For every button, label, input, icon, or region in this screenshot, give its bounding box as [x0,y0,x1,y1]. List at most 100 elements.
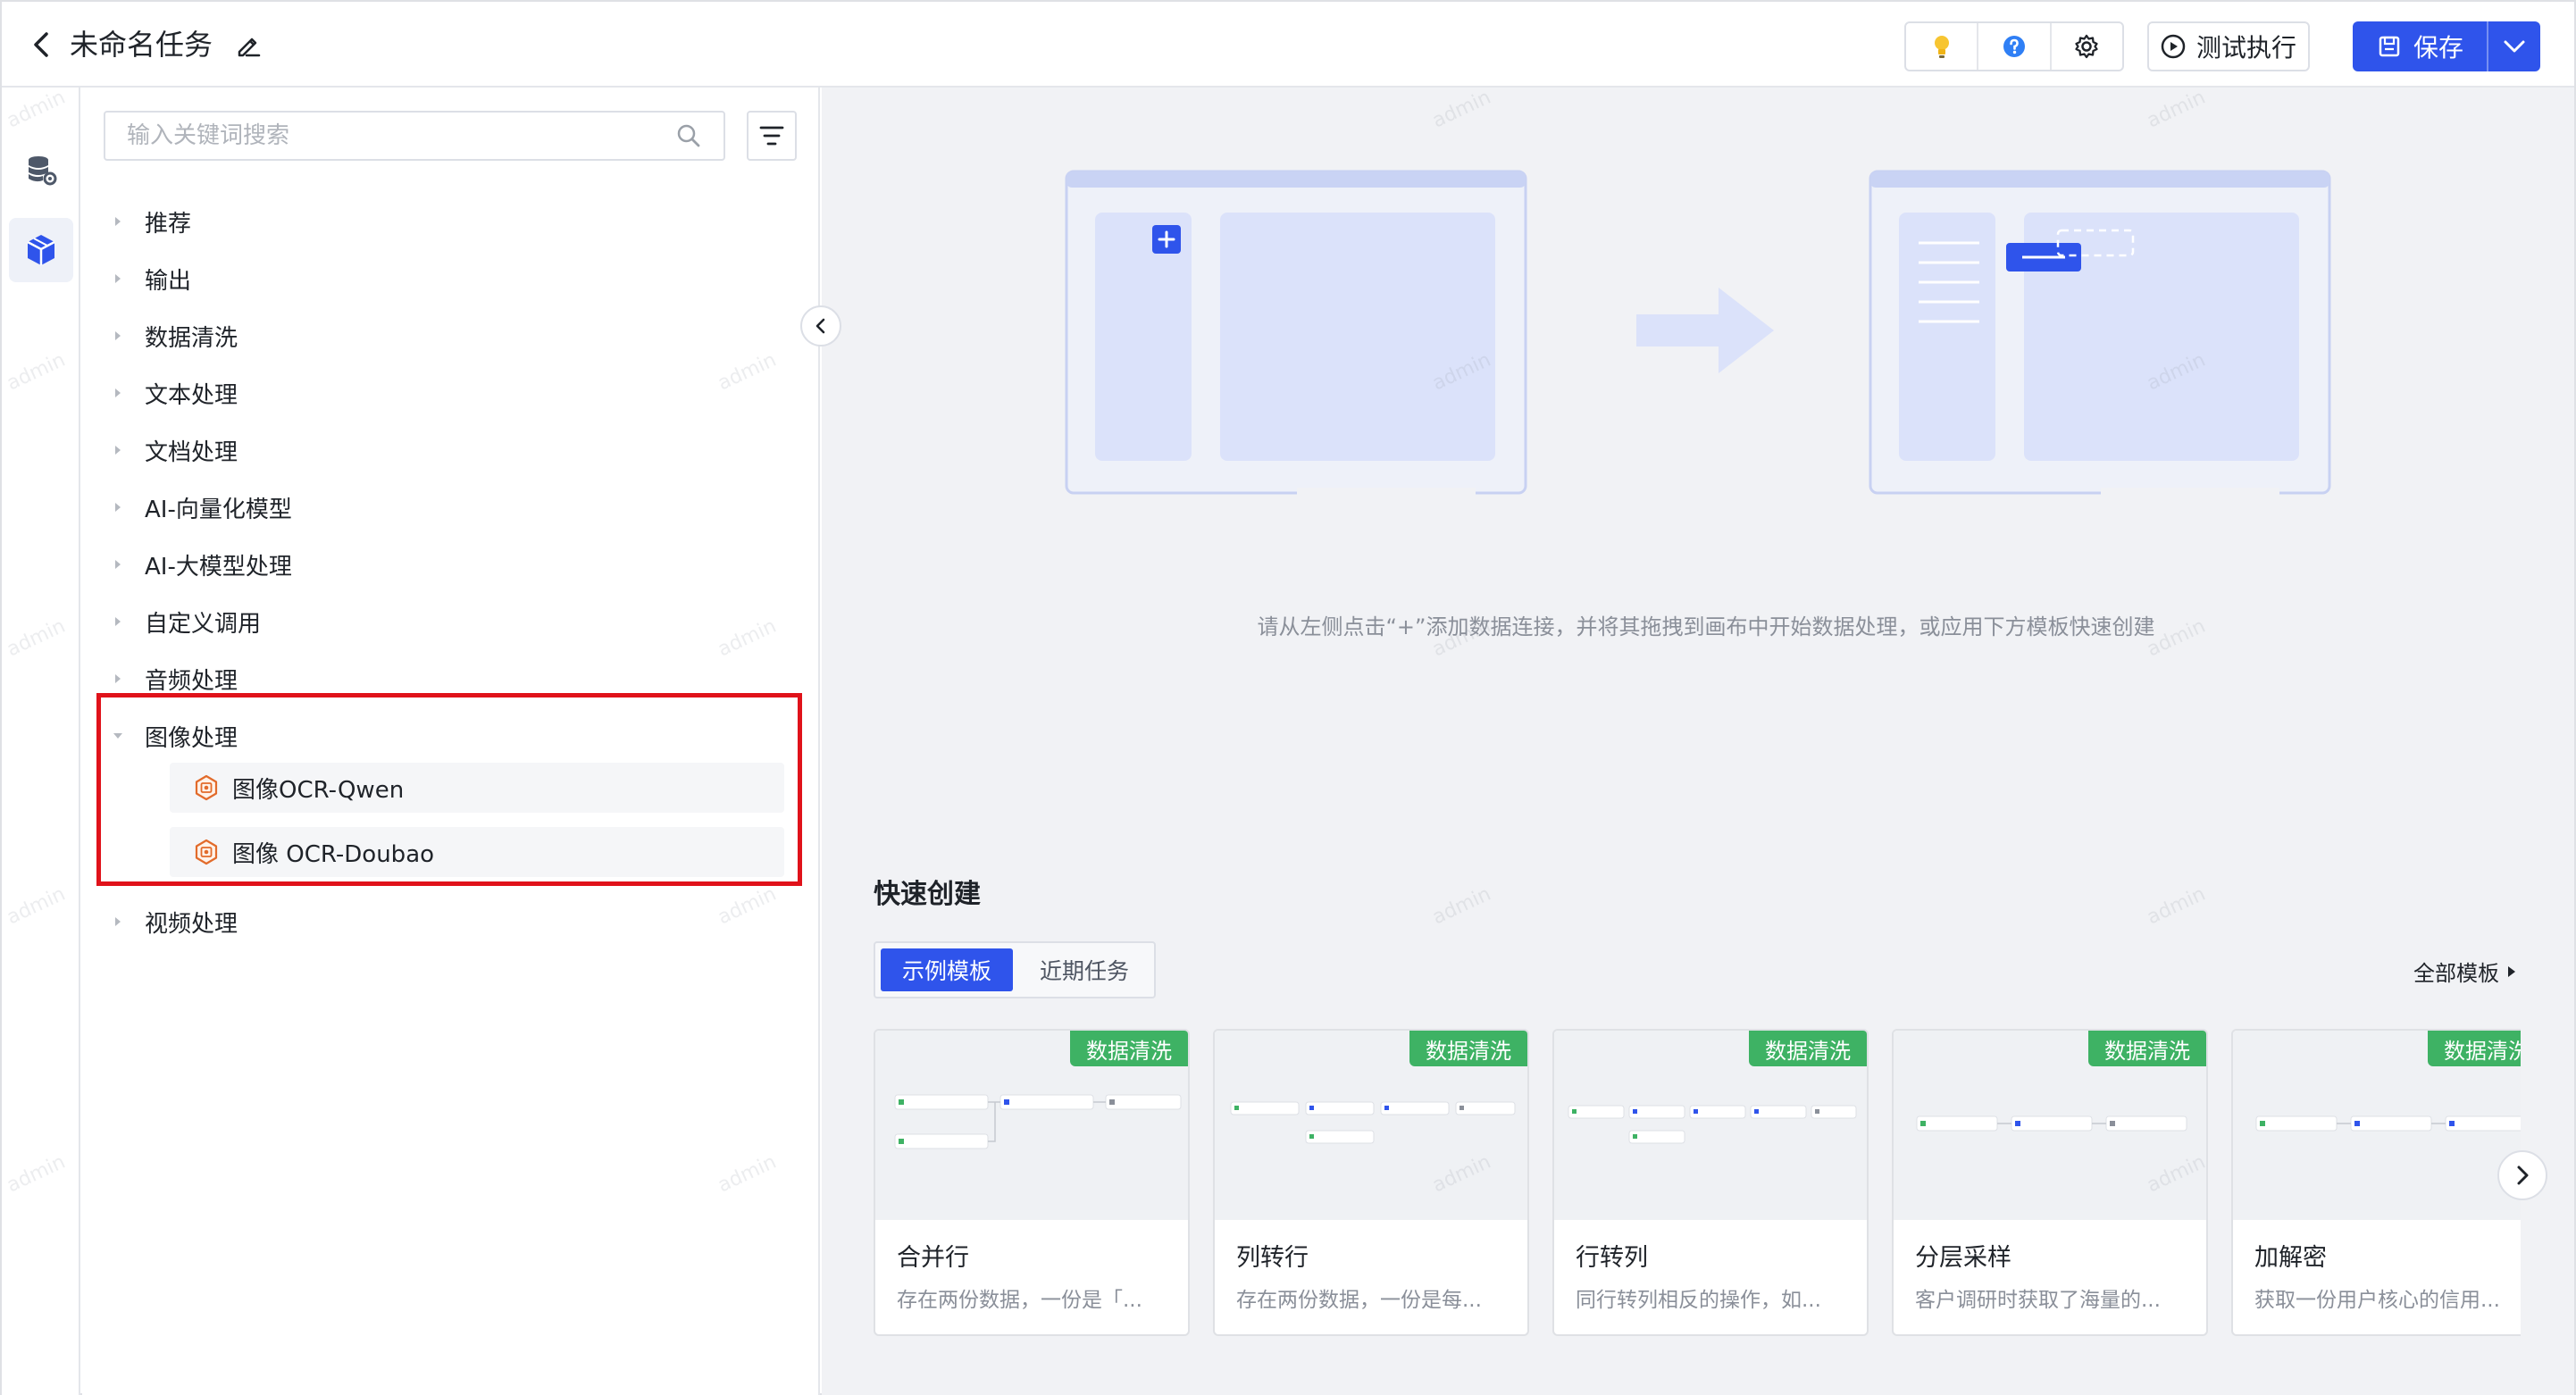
save-button[interactable]: 保存 [2353,21,2487,71]
next-page-button[interactable] [2497,1150,2547,1200]
all-templates-label: 全部模板 [2413,961,2499,986]
chevron-down-icon [2504,40,2525,53]
category-tag: 数据清洗 [1749,1031,1867,1066]
operator-image-ocr-doubao[interactable]: 图像 OCR-Doubao [170,827,784,877]
template-title: 加解密 [2254,1244,2327,1272]
template-card-list: 数据清洗 合并行 存在两份数据，一份是「... 数据清洗 列转行 存在两份数据， [874,1029,2521,1338]
search-input[interactable] [127,122,675,149]
test-run-button[interactable]: 测试执行 [2147,21,2310,71]
tree-item-custom-call[interactable]: 自定义调用 [109,604,261,639]
database-settings-icon [29,156,57,186]
tree-item-document-processing[interactable]: 文档处理 [109,432,238,468]
pencil-icon [238,38,261,57]
edit-title-button[interactable] [234,30,263,59]
category-tag: 数据清洗 [2428,1031,2521,1066]
caret-right-icon [109,441,127,459]
caret-right-icon [109,270,127,288]
tree-item-label: 视频处理 [145,910,238,938]
empty-canvas-illustration-before [1065,170,1527,497]
tree-item-video-processing[interactable]: 视频处理 [109,904,238,940]
filter-icon [759,126,784,146]
caret-right-icon [109,913,127,931]
page-title: 未命名任务 [70,28,213,62]
caret-right-icon [109,670,127,688]
operator-label: 图像OCR-Qwen [232,776,405,804]
gear-icon [2075,34,2098,59]
caret-right-icon [109,613,127,631]
tree-item-label: 自定义调用 [145,610,262,638]
template-card[interactable]: 数据清洗 分层采样 客户调研时获取了海量的... [1892,1029,2208,1336]
operator-label: 图像 OCR-Doubao [232,840,435,868]
app-window: 未命名任务 测试执行 保存 输入关键词搜索 推荐 输出 数据清洗 文本处理 文档… [0,0,2576,1395]
category-tag: 数据清洗 [1070,1031,1188,1066]
operator-panel: 推荐 输出 数据清洗 文本处理 文档处理 AI-向量化模型 [82,88,820,1395]
tree-item-recommend[interactable]: 推荐 [109,204,191,239]
search-box [104,111,725,161]
tree-item-label: 文档处理 [145,439,238,466]
play-circle-icon [2161,34,2186,59]
tree-item-label: 文本处理 [145,381,238,409]
save-button-group: 保存 [2353,21,2540,71]
tree-item-output[interactable]: 输出 [109,261,191,297]
tree-item-audio-processing[interactable]: 音频处理 [109,661,238,697]
template-card[interactable]: 数据清洗 行转列 同行转列相反的操作，如... [1552,1029,1869,1336]
chevron-left-icon [815,318,825,334]
arrow-right-illustration [1636,288,1774,373]
template-description: 同行转列相反的操作，如... [1576,1289,1821,1312]
quick-create-title: 快速创建 [874,879,981,910]
template-description: 获取一份用户核心的信用... [2254,1289,2500,1312]
save-icon [2379,36,2400,57]
template-card[interactable]: 数据清洗 列转行 存在两份数据，一份是每... [1213,1029,1529,1336]
template-description: 客户调研时获取了海量的... [1915,1289,2161,1312]
tab-recent-tasks[interactable]: 近期任务 [1018,948,1150,991]
test-run-label: 测试执行 [2195,33,2296,63]
canvas-hint-text: 请从左侧点击“+”添加数据连接，并将其拖拽到画布中开始数据处理，或应用下方模板快… [1257,614,2155,639]
workflow-canvas[interactable]: 请从左侧点击“+”添加数据连接，并将其拖拽到画布中开始数据处理，或应用下方模板快… [822,88,2574,1395]
help-button[interactable] [1978,23,2052,70]
tab-sample-templates[interactable]: 示例模板 [881,948,1014,991]
caret-right-icon [109,384,127,402]
caret-right-icon [109,327,127,345]
chevron-right-icon [2517,1165,2529,1185]
template-card[interactable]: 数据清洗 加解密 获取一份用户核心的信用... [2231,1029,2521,1336]
template-title: 合并行 [897,1244,969,1272]
help-circle-icon [2003,36,2025,57]
all-templates-link[interactable]: 全部模板 [2413,956,2517,987]
tree-item-image-processing[interactable]: 图像处理 [109,718,238,754]
caret-right-icon [109,498,127,516]
template-description: 存在两份数据，一份是「... [897,1289,1142,1312]
category-tag: 数据清洗 [2088,1031,2206,1066]
tree-item-ai-embedding[interactable]: AI-向量化模型 [109,489,292,525]
search-icon[interactable] [675,122,702,149]
tree-item-label: 数据清洗 [145,324,238,352]
caret-right-icon [109,213,127,230]
template-title: 分层采样 [1915,1244,2011,1272]
template-title: 列转行 [1236,1244,1309,1272]
template-title: 行转列 [1576,1244,1648,1272]
tree-item-label: 输出 [145,267,192,295]
operator-image-ocr-qwen[interactable]: 图像OCR-Qwen [170,763,784,813]
tree-item-data-cleaning[interactable]: 数据清洗 [109,318,238,354]
template-tabs: 示例模板 近期任务 [874,941,1156,998]
tree-item-label: 推荐 [145,210,192,238]
lightbulb-icon [1934,36,1949,58]
tree-item-label: AI-大模型处理 [145,553,292,581]
tree-item-label: 音频处理 [145,667,238,695]
save-label: 保存 [2413,33,2464,63]
save-dropdown-button[interactable] [2487,21,2540,71]
rail-datasource-button[interactable] [9,138,73,202]
collapse-panel-button[interactable] [800,305,841,347]
template-description: 存在两份数据，一份是每... [1236,1289,1482,1312]
caret-right-icon [109,555,127,573]
operator-hexagon-icon [195,839,218,865]
tree-item-text-processing[interactable]: 文本处理 [109,375,238,411]
tips-button[interactable] [1906,23,1979,70]
settings-button[interactable] [2052,23,2122,70]
tree-item-label: AI-向量化模型 [145,496,292,523]
filter-button[interactable] [747,111,797,161]
template-card[interactable]: 数据清洗 合并行 存在两份数据，一份是「... [874,1029,1190,1336]
rail-operators-button[interactable] [9,218,73,282]
caret-down-icon [109,727,127,745]
tree-item-ai-llm[interactable]: AI-大模型处理 [109,547,292,582]
back-button[interactable] [29,30,54,59]
